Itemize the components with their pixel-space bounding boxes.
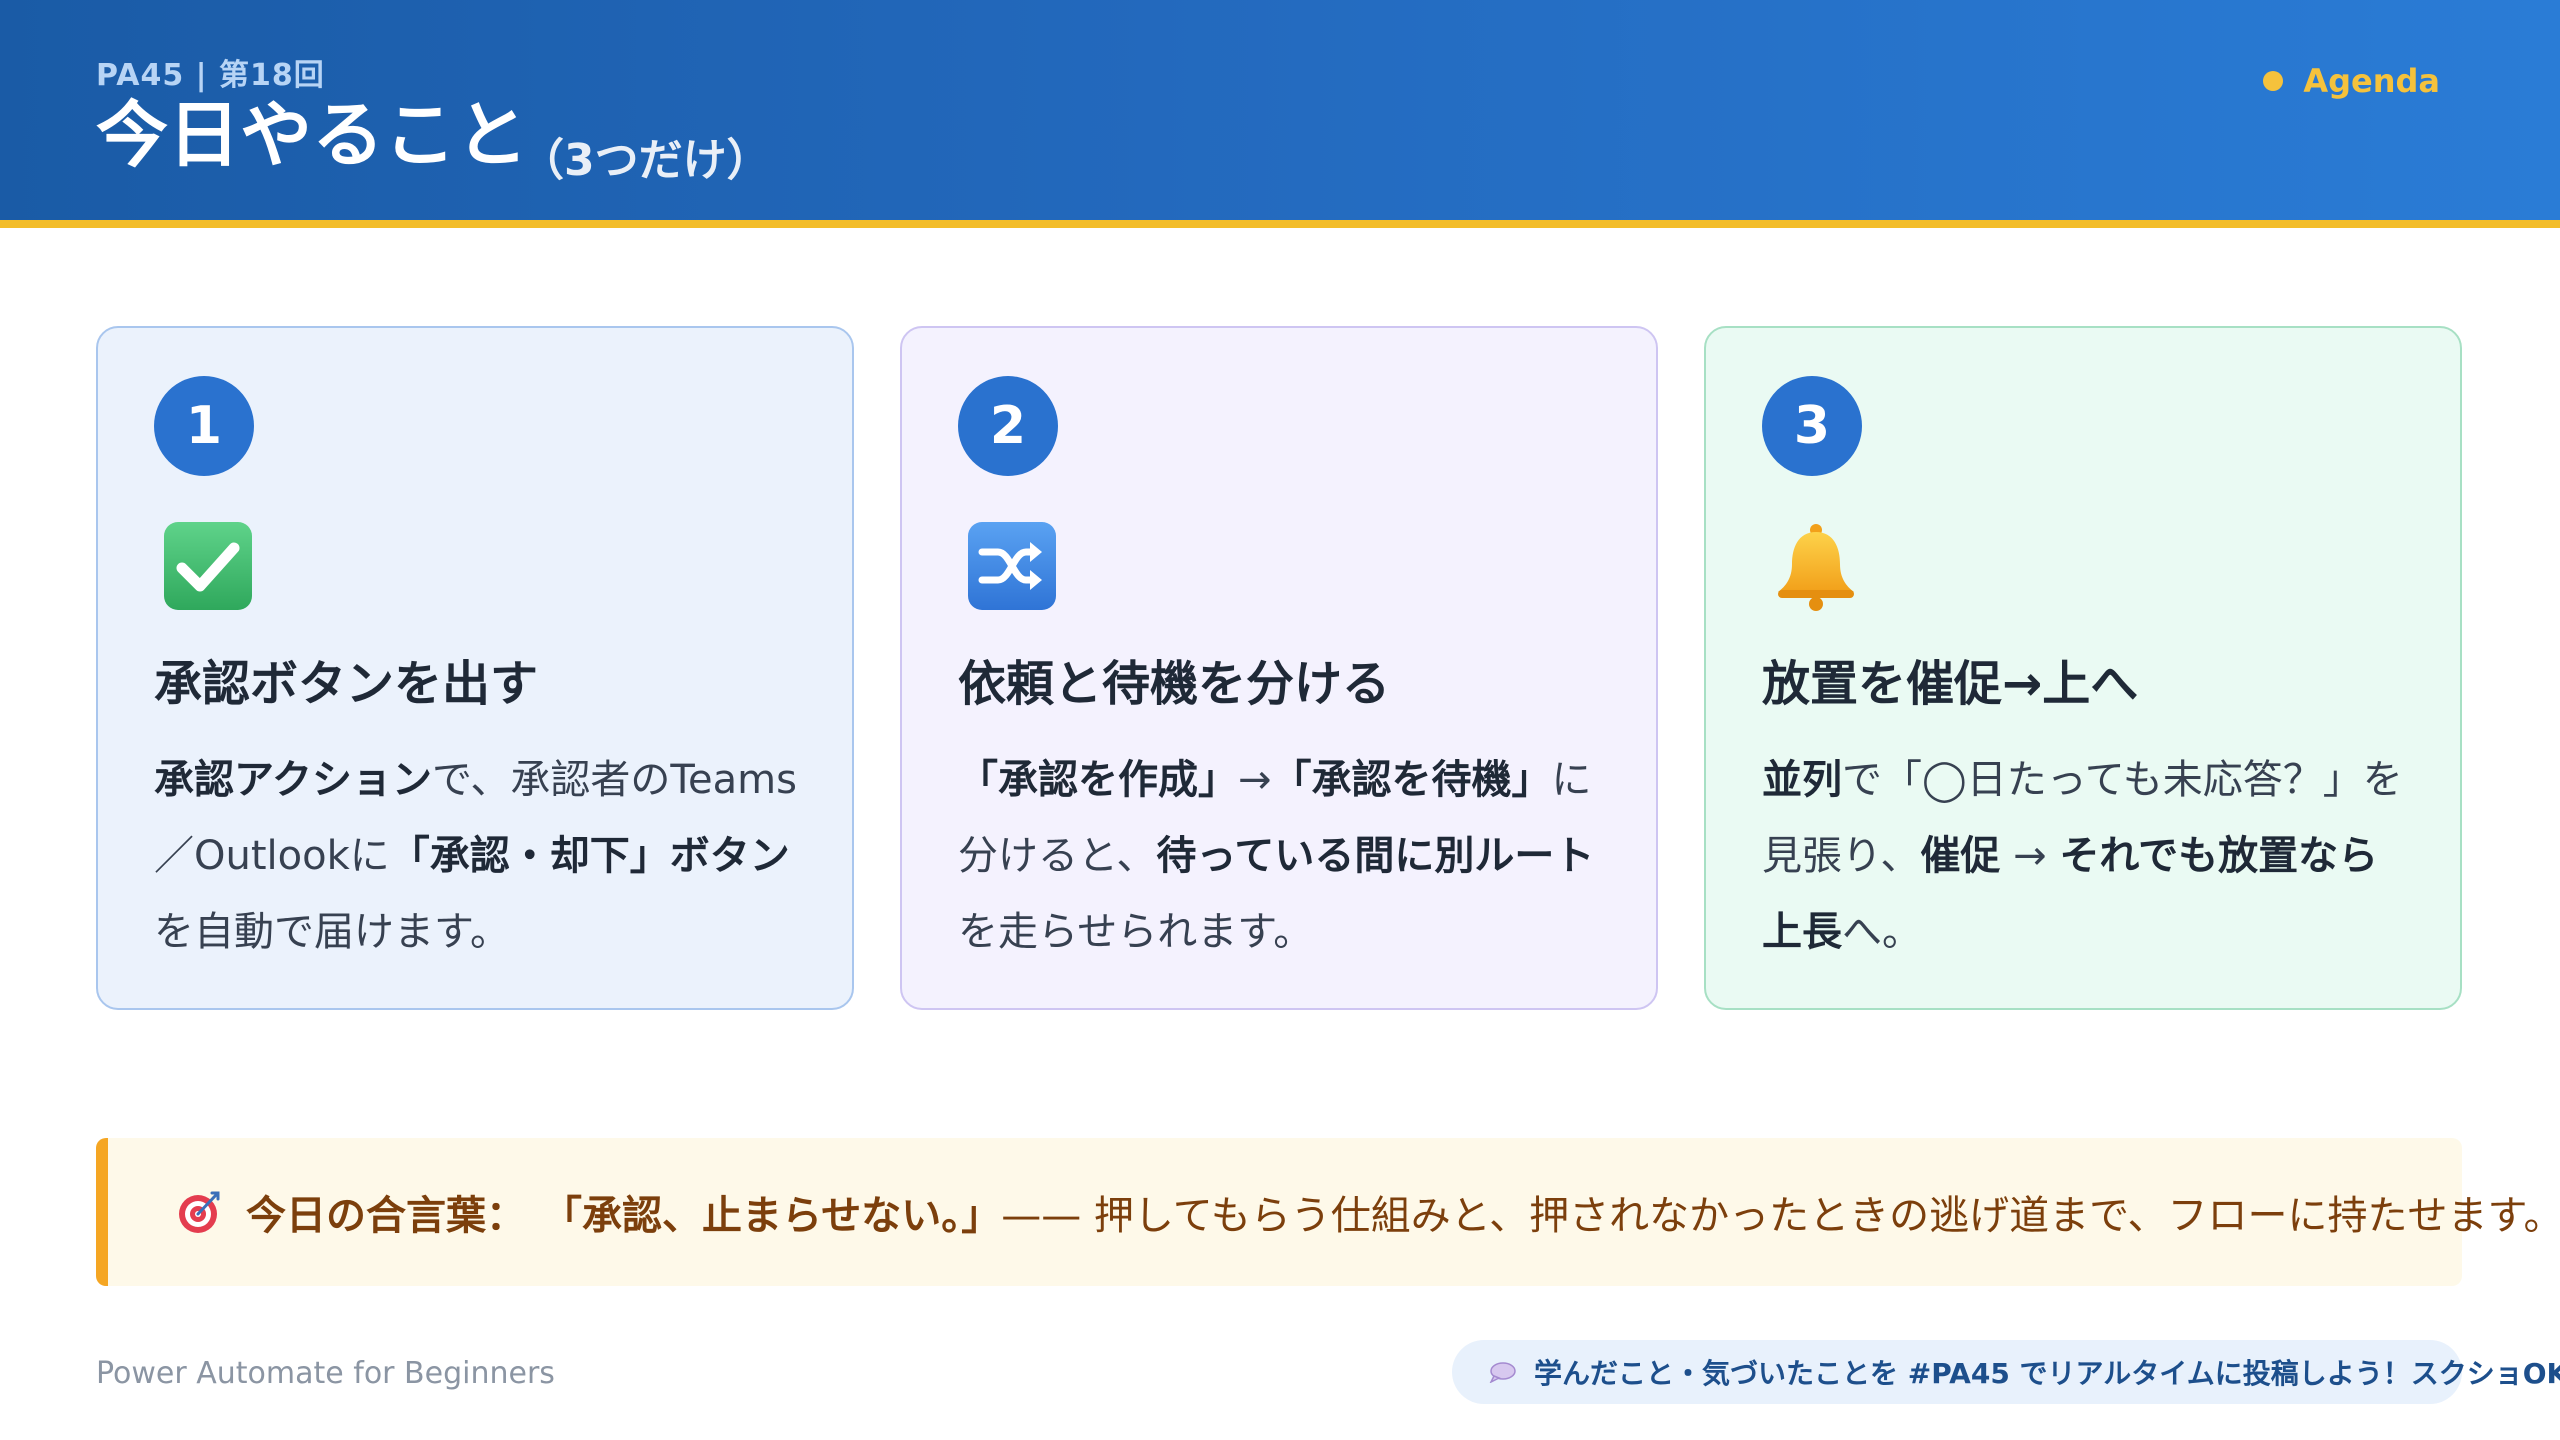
agenda-indicator: Agenda xyxy=(2263,62,2440,100)
card-approval-button: 1 承認ボタンを出す 承認アクションで、承認者のTeams／Outlookに「承… xyxy=(96,326,854,1010)
body-emphasis: 「承認を作成」 xyxy=(958,757,1238,803)
body-emphasis: 「承認・却下」ボタン xyxy=(389,833,790,879)
hashtag-callout-text: 学んだこと・気づいたことを #PA45 でリアルタイムに投稿しよう！スクショOK… xyxy=(1534,1357,2560,1390)
motto-detail: —— 押してもらう仕組みと、押されなかったときの逃げ道まで、フローに持たせます。 xyxy=(1001,1193,2560,1239)
card-body: 「承認を作成」→「承認を待機」に分けると、待っている間に別ルートを走らせられます… xyxy=(958,742,1612,970)
target-icon xyxy=(179,1191,220,1233)
course-name: Power Automate for Beginners xyxy=(96,1356,555,1391)
step-number-badge: 2 xyxy=(958,376,1058,476)
card-title: 放置を催促→上へ xyxy=(1762,656,2139,712)
card-body: 並列で「◯日たっても未応答？」を見張り、催促 → それでも放置なら上長へ。 xyxy=(1762,742,2416,970)
motto-main: 「承認、止まらせない。」 xyxy=(542,1193,1002,1239)
step-number-badge: 3 xyxy=(1762,376,1862,476)
body-emphasis: 催促 xyxy=(1920,833,2001,879)
body-emphasis: 承認アクション xyxy=(154,757,432,803)
step-number-badge: 1 xyxy=(154,376,254,476)
page-title: 今日やること xyxy=(96,93,529,177)
card-split-request-wait: 2 依頼と待機を分ける 「承認を作成」→「承認を待機」に分けると、待っている間に… xyxy=(900,326,1658,1010)
body-emphasis: 並列 xyxy=(1762,757,1842,803)
body-text: を走らせられます。 xyxy=(958,909,1314,955)
card-body: 承認アクションで、承認者のTeams／Outlookに「承認・却下」ボタンを自動… xyxy=(154,742,808,970)
check-mark-button-icon xyxy=(164,522,252,610)
body-text: → xyxy=(2000,833,2060,879)
body-text: → xyxy=(1238,757,1272,803)
body-emphasis: 「承認を待機」 xyxy=(1271,757,1552,803)
shuffle-icon xyxy=(968,522,1056,610)
card-escalation: 3 放置を催促→上へ 並列で「◯日たっても未応答？」を見張り、催促 → それでも… xyxy=(1704,326,2462,1010)
speech-bubble-icon xyxy=(1489,1362,1516,1383)
body-text: へ。 xyxy=(1842,909,1922,955)
bell-icon xyxy=(1778,524,1854,611)
body-emphasis: 待っている間に別ルート xyxy=(1156,833,1595,879)
series-label: PA45 | 第18回 xyxy=(96,58,325,93)
motto-label: 今日の合言葉： xyxy=(246,1193,526,1239)
agenda-label: Agenda xyxy=(2303,62,2440,100)
dot-icon xyxy=(2263,71,2284,91)
card-title: 依頼と待機を分ける xyxy=(958,656,1391,712)
motto-banner: 今日の合言葉： 「承認、止まらせない。」 —— 押してもらう仕組みと、押されなか… xyxy=(96,1138,2560,1286)
body-text: を自動で届けます。 xyxy=(154,909,510,955)
hashtag-callout: 学んだこと・気づいたことを #PA45 でリアルタイムに投稿しよう！スクショOK… xyxy=(1452,1340,2560,1404)
page-subtitle: （3つだけ） xyxy=(520,135,771,186)
header-bar: PA45 | 第18回 今日やること （3つだけ） Agenda xyxy=(0,0,2560,228)
card-title: 承認ボタンを出す xyxy=(154,656,539,712)
